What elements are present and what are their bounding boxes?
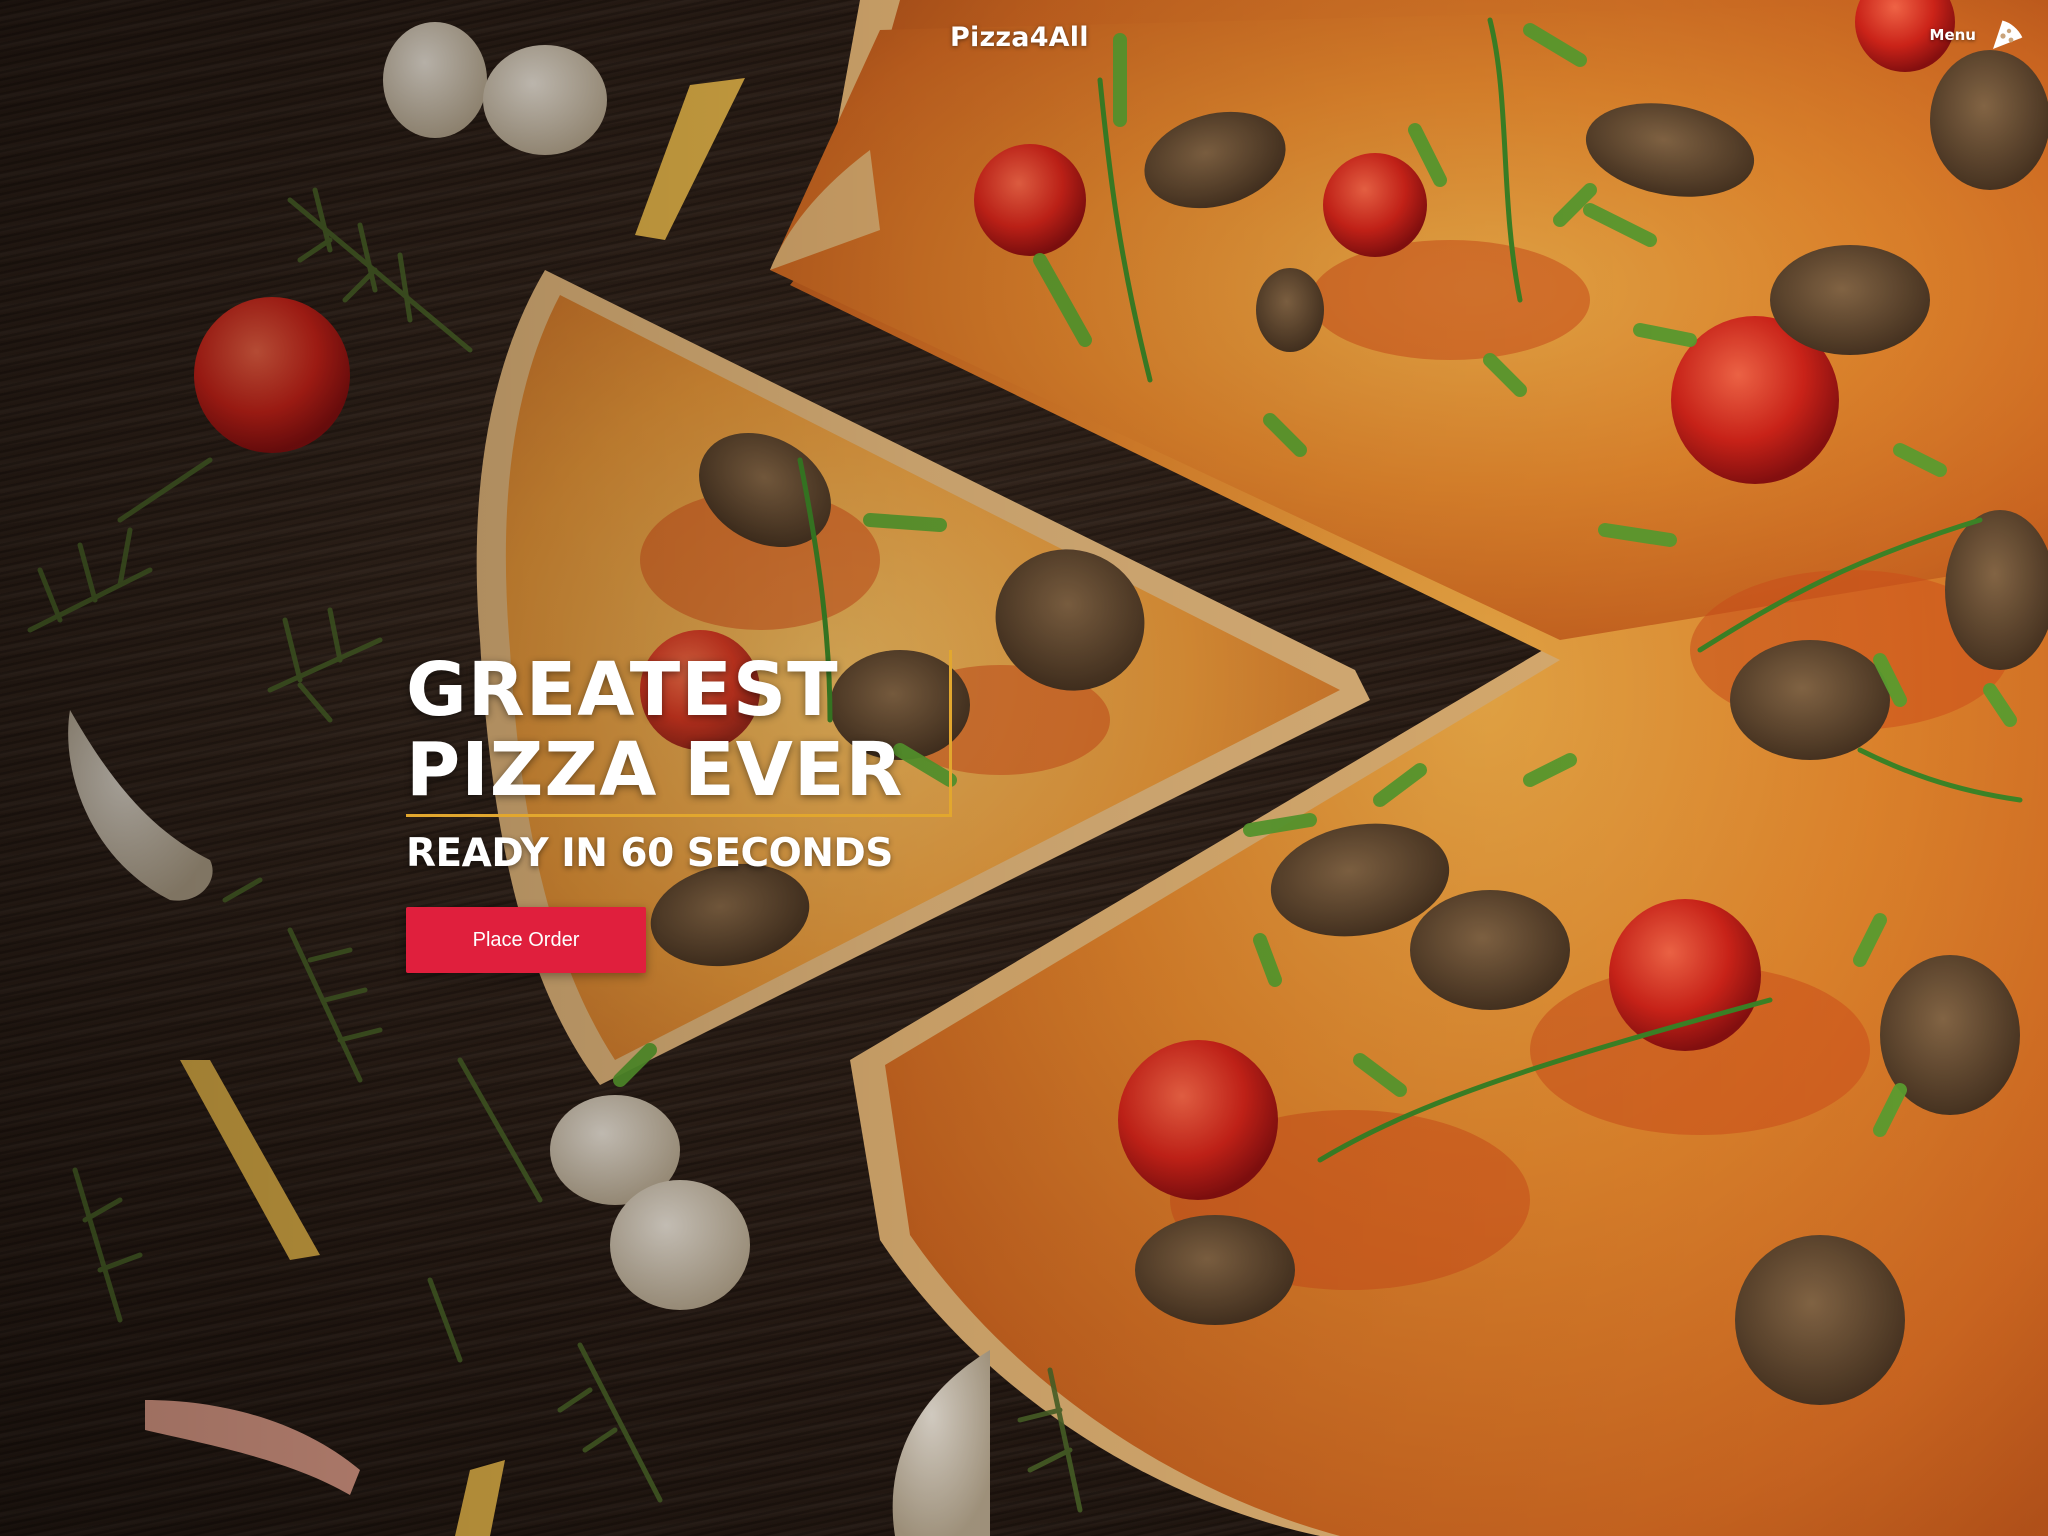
hero-headline: GREATEST PIZZA EVER <box>406 650 903 810</box>
background-overlay <box>0 0 2048 1536</box>
menu-label: Menu <box>1929 26 1976 44</box>
brand-logo-text[interactable]: Pizza4All <box>950 22 1089 53</box>
headline-line-2: PIZZA EVER <box>406 727 904 813</box>
pizza-slice-icon <box>1993 20 2023 49</box>
menu-button[interactable]: Menu <box>1930 18 2024 52</box>
headline-frame: GREATEST PIZZA EVER <box>406 650 953 817</box>
place-order-button[interactable]: Place Order <box>406 907 646 973</box>
hero-section: GREATEST PIZZA EVER READY IN 60 SECONDS … <box>406 650 953 973</box>
headline-line-1: GREATEST <box>406 647 839 733</box>
hero-background-photo <box>0 0 2048 1536</box>
hero-subheadline: READY IN 60 SECONDS <box>406 831 893 876</box>
